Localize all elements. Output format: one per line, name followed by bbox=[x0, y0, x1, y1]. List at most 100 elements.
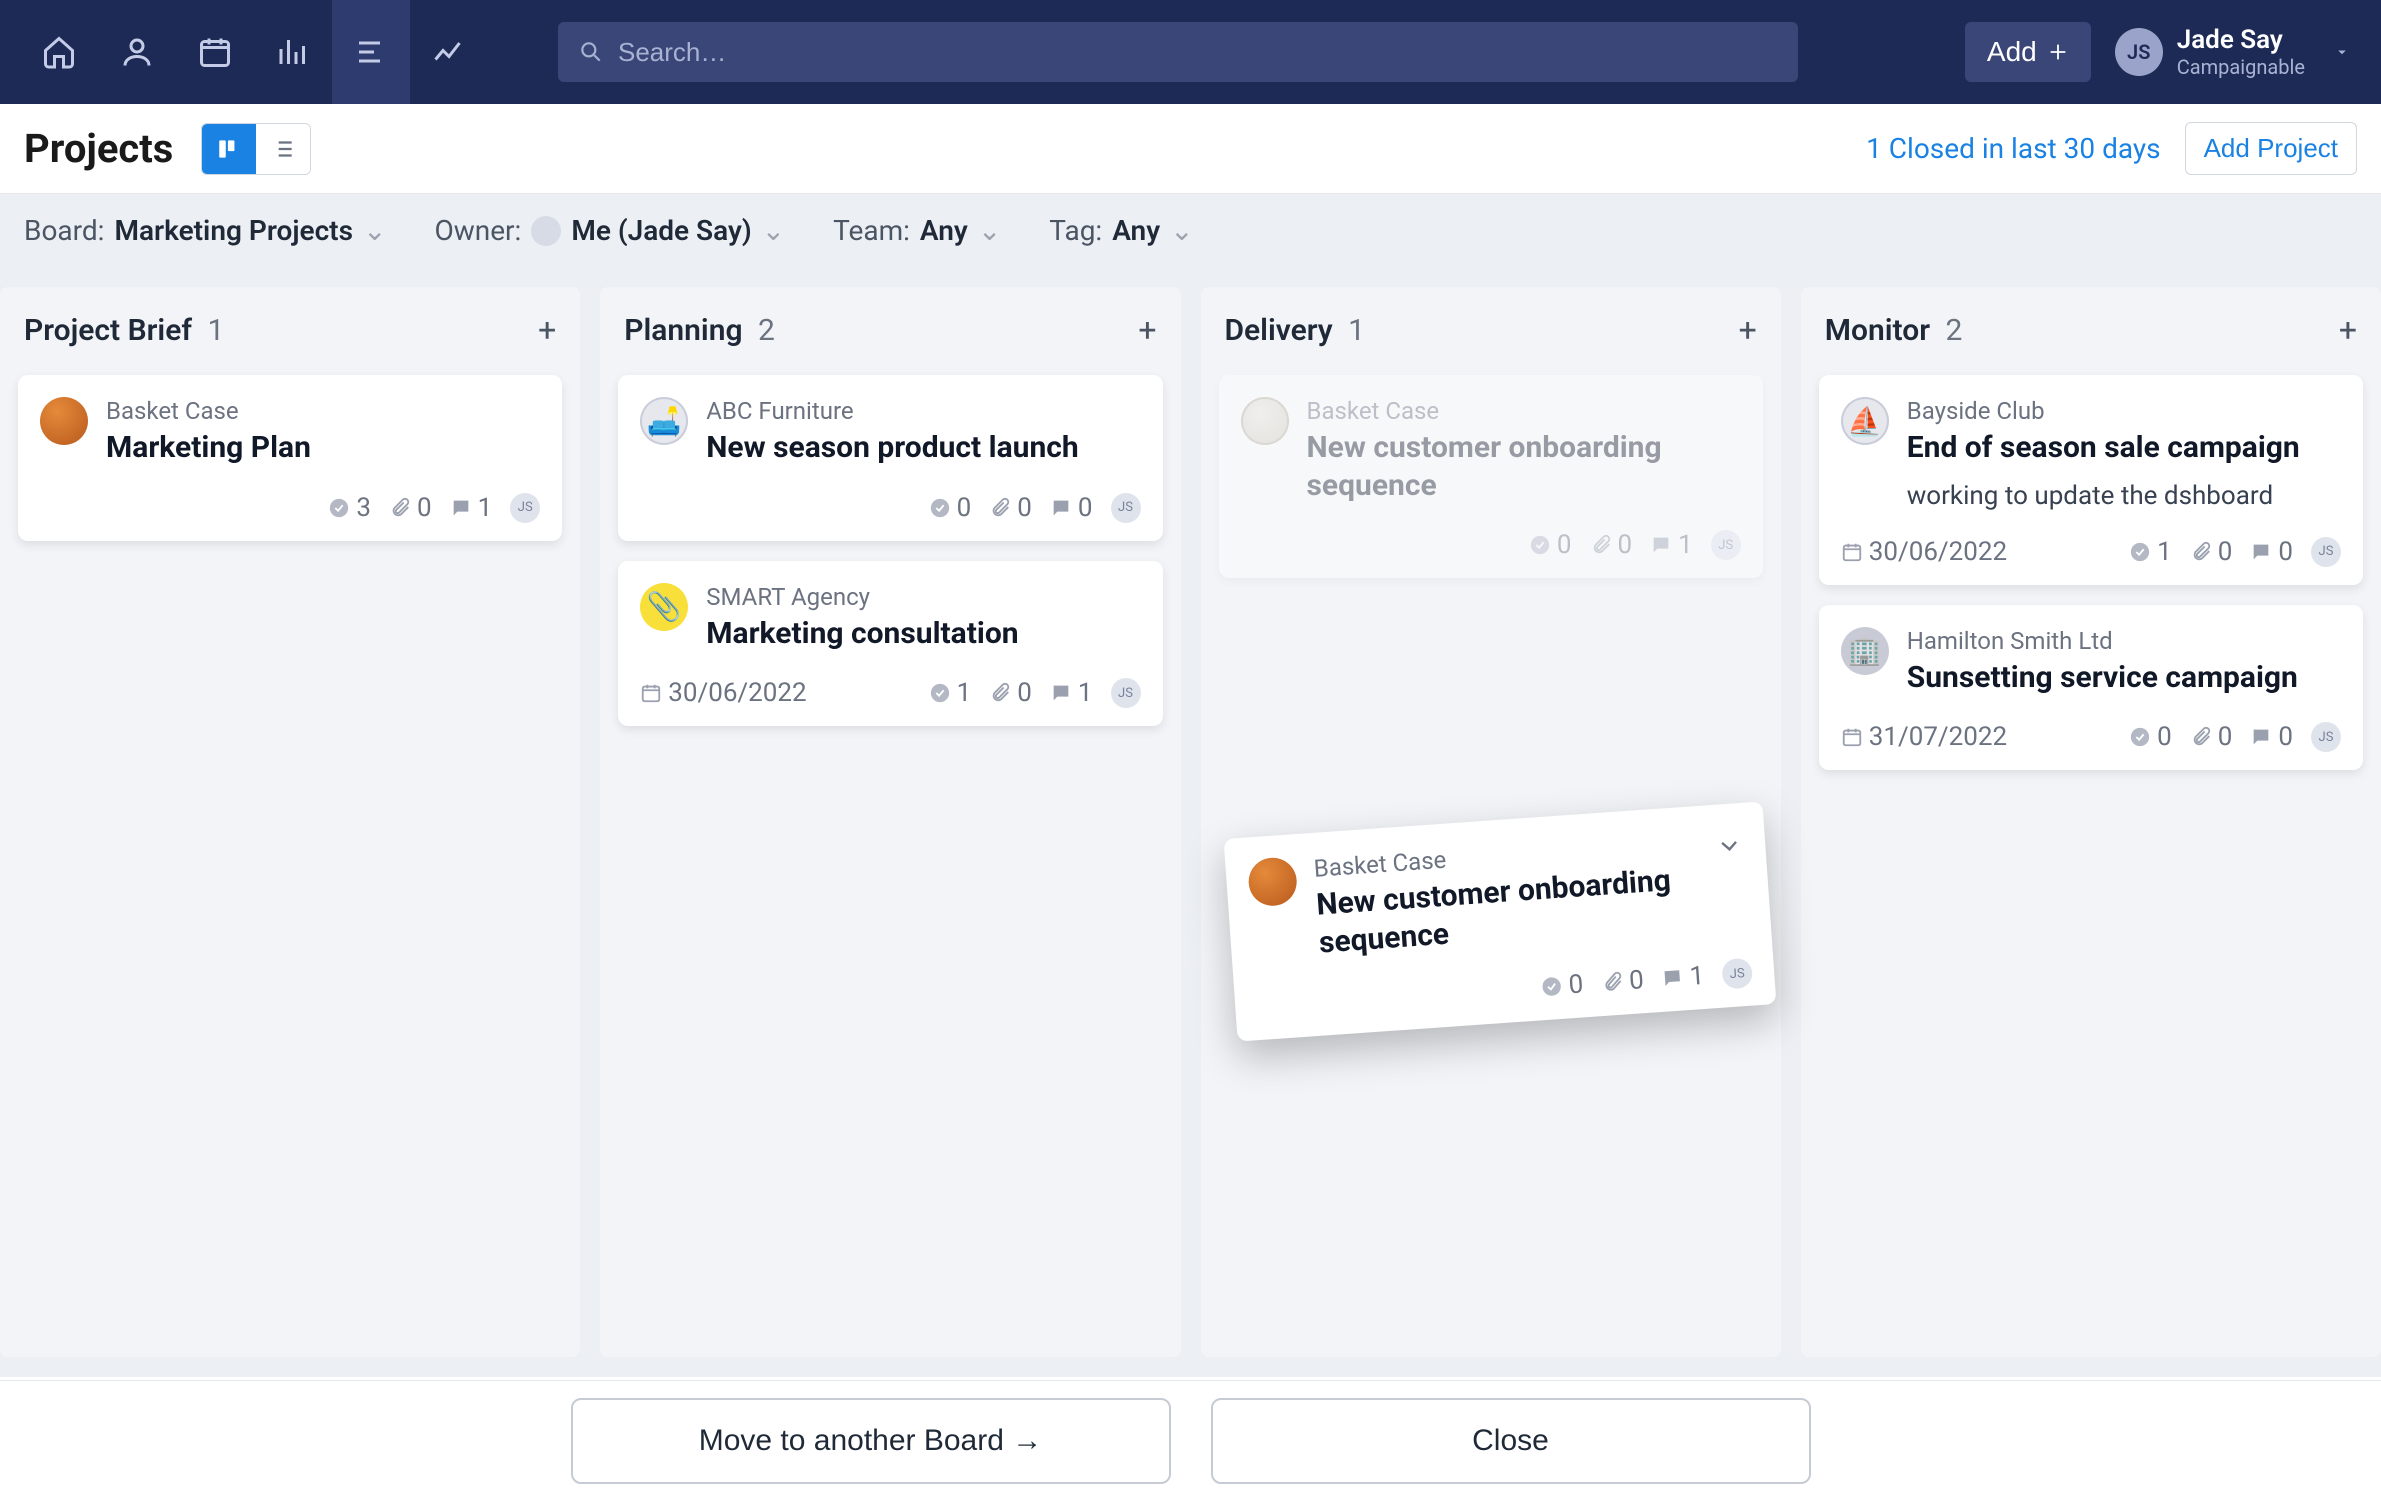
card-name: Marketing consultation bbox=[706, 615, 1140, 653]
client-icon: ⛵ bbox=[1841, 397, 1889, 445]
filters-bar: Board: Marketing Projects ⌄ Owner: Me (J… bbox=[0, 194, 2381, 267]
checks-stat: 0 bbox=[2129, 722, 2172, 752]
comments-stat: 1 bbox=[1661, 961, 1706, 994]
attachments-stat: 0 bbox=[989, 678, 1032, 708]
close-button[interactable]: Close bbox=[1211, 1398, 1811, 1484]
user-menu[interactable]: JS Jade Say Campaignable bbox=[2115, 25, 2361, 79]
card-name: Sunsetting service campaign bbox=[1907, 659, 2341, 697]
attachments-stat: 0 bbox=[2190, 722, 2233, 752]
project-card[interactable]: 📎 SMART Agency Marketing consultation 30/06… bbox=[618, 561, 1162, 727]
project-card[interactable]: 🛋️ABC FurnitureNew season product launch… bbox=[618, 375, 1162, 541]
card-client: SMART Agency bbox=[706, 583, 1140, 611]
date-stat: 30/06/2022 bbox=[640, 678, 806, 708]
client-icon: 📎 bbox=[640, 583, 688, 631]
list-view-button[interactable] bbox=[256, 124, 310, 174]
calendar-icon[interactable] bbox=[176, 0, 254, 104]
plus-icon bbox=[2047, 41, 2069, 63]
column-header: Project Brief 1 + bbox=[18, 305, 562, 375]
comments-stat: 1 bbox=[450, 493, 493, 523]
assignee-avatar: JS bbox=[1711, 530, 1741, 560]
filter-board-value: Marketing Projects bbox=[114, 214, 353, 247]
project-card[interactable]: 🏢Hamilton Smith LtdSunsetting service ca… bbox=[1819, 605, 2363, 771]
header-right: 1 Closed in last 30 days Add Project bbox=[1866, 122, 2357, 175]
checks-stat: 0 bbox=[1529, 530, 1572, 560]
column-title: Project Brief 1 bbox=[24, 313, 224, 348]
card-note: working to update the dshboard bbox=[1907, 481, 2341, 511]
filter-team-value: Any bbox=[920, 214, 968, 247]
filter-team-label: Team: bbox=[833, 214, 910, 247]
filter-owner[interactable]: Owner: Me (Jade Say) ⌄ bbox=[434, 214, 785, 247]
dragging-card[interactable]: Basket Case New customer onboarding sequ… bbox=[1224, 801, 1777, 1041]
move-board-button[interactable]: Move to another Board → bbox=[571, 1398, 1171, 1484]
attachments-stat: 0 bbox=[1590, 530, 1633, 560]
client-icon bbox=[40, 397, 88, 445]
project-card[interactable]: Basket CaseMarketing Plan301JS bbox=[18, 375, 562, 541]
attachments-stat: 0 bbox=[389, 493, 432, 523]
trend-icon[interactable] bbox=[410, 0, 488, 104]
board-column: Monitor 2+⛵Bayside ClubEnd of season sal… bbox=[1801, 287, 2381, 1357]
column-header: Monitor 2+ bbox=[1819, 305, 2363, 375]
column-title: Planning 2 bbox=[624, 313, 775, 348]
filter-owner-value: Me (Jade Say) bbox=[571, 214, 751, 247]
board-icon[interactable] bbox=[332, 0, 410, 104]
date-stat: 31/07/2022 bbox=[1841, 722, 2007, 752]
stats-icon[interactable] bbox=[254, 0, 332, 104]
user-org: Campaignable bbox=[2177, 55, 2305, 79]
chevron-down-icon: ⌄ bbox=[978, 214, 1001, 247]
card-client: ABC Furniture bbox=[706, 397, 1140, 425]
user-text: Jade Say Campaignable bbox=[2177, 25, 2305, 79]
comments-stat: 1 bbox=[1050, 678, 1093, 708]
card-name: New season product launch bbox=[706, 429, 1140, 467]
card-name: Marketing Plan bbox=[106, 429, 540, 467]
filter-board-label: Board: bbox=[24, 214, 104, 247]
search-input[interactable] bbox=[558, 22, 1798, 82]
chevron-down-icon: ⌄ bbox=[1170, 214, 1193, 247]
board-view-button[interactable] bbox=[202, 124, 256, 174]
home-icon[interactable] bbox=[20, 0, 98, 104]
filter-tag-label: Tag: bbox=[1049, 214, 1102, 247]
person-icon[interactable] bbox=[98, 0, 176, 104]
chevron-down-icon bbox=[2333, 43, 2351, 61]
checks-stat: 3 bbox=[328, 493, 371, 523]
kanban-board: Project Brief 1 + Basket Case Marketing Pla… bbox=[0, 267, 2381, 1377]
comments-stat: 0 bbox=[2250, 537, 2293, 567]
assignee-avatar: JS bbox=[1111, 493, 1141, 523]
project-card[interactable]: Basket CaseNew customer onboarding seque… bbox=[1219, 375, 1763, 578]
column-count: 1 bbox=[207, 313, 224, 348]
add-card-button[interactable]: + bbox=[538, 311, 556, 349]
filter-tag[interactable]: Tag: Any ⌄ bbox=[1049, 214, 1193, 247]
chevron-down-icon bbox=[1714, 831, 1744, 861]
add-project-button[interactable]: Add Project bbox=[2185, 122, 2357, 175]
comments-stat: 0 bbox=[1050, 493, 1093, 523]
add-card-button[interactable]: + bbox=[1739, 311, 1757, 349]
add-button[interactable]: Add bbox=[1965, 22, 2091, 82]
checks-stat: 0 bbox=[929, 493, 972, 523]
checks-stat: 0 bbox=[1540, 969, 1585, 1002]
add-card-button[interactable]: + bbox=[1138, 311, 1156, 349]
card-name: End of season sale campaign bbox=[1907, 429, 2341, 467]
filter-tag-value: Any bbox=[1112, 214, 1160, 247]
closed-link[interactable]: 1 Closed in last 30 days bbox=[1866, 132, 2160, 165]
checks-stat: 1 bbox=[929, 678, 972, 708]
card-client: Basket Case bbox=[106, 397, 540, 425]
project-card[interactable]: ⛵ Bayside Club End of season sale campaign… bbox=[1819, 375, 2363, 585]
attachments-stat: 0 bbox=[1600, 965, 1645, 998]
user-name: Jade Say bbox=[2177, 25, 2305, 55]
top-navbar: Add JS Jade Say Campaignable bbox=[0, 0, 2381, 104]
filter-team[interactable]: Team: Any ⌄ bbox=[833, 214, 1001, 247]
column-header: Planning 2 + bbox=[618, 305, 1162, 375]
chevron-down-icon: ⌄ bbox=[762, 214, 785, 247]
add-card-button[interactable]: + bbox=[2339, 311, 2357, 349]
search-wrap bbox=[558, 22, 1798, 82]
card-client: Bayside Club bbox=[1907, 397, 2341, 425]
search-icon bbox=[578, 39, 604, 65]
filter-board[interactable]: Board: Marketing Projects ⌄ bbox=[24, 214, 386, 247]
owner-avatar-icon bbox=[531, 216, 561, 246]
view-toggle bbox=[201, 123, 311, 175]
assignee-avatar: JS bbox=[1721, 958, 1753, 990]
board-column: Planning 2+🛋️ABC FurnitureNew season pro… bbox=[600, 287, 1180, 1357]
avatar: JS bbox=[2115, 28, 2163, 76]
page-header: Projects 1 Closed in last 30 days Add Pr… bbox=[0, 104, 2381, 194]
add-button-label: Add bbox=[1987, 36, 2037, 68]
column-count: 2 bbox=[1945, 313, 1962, 348]
